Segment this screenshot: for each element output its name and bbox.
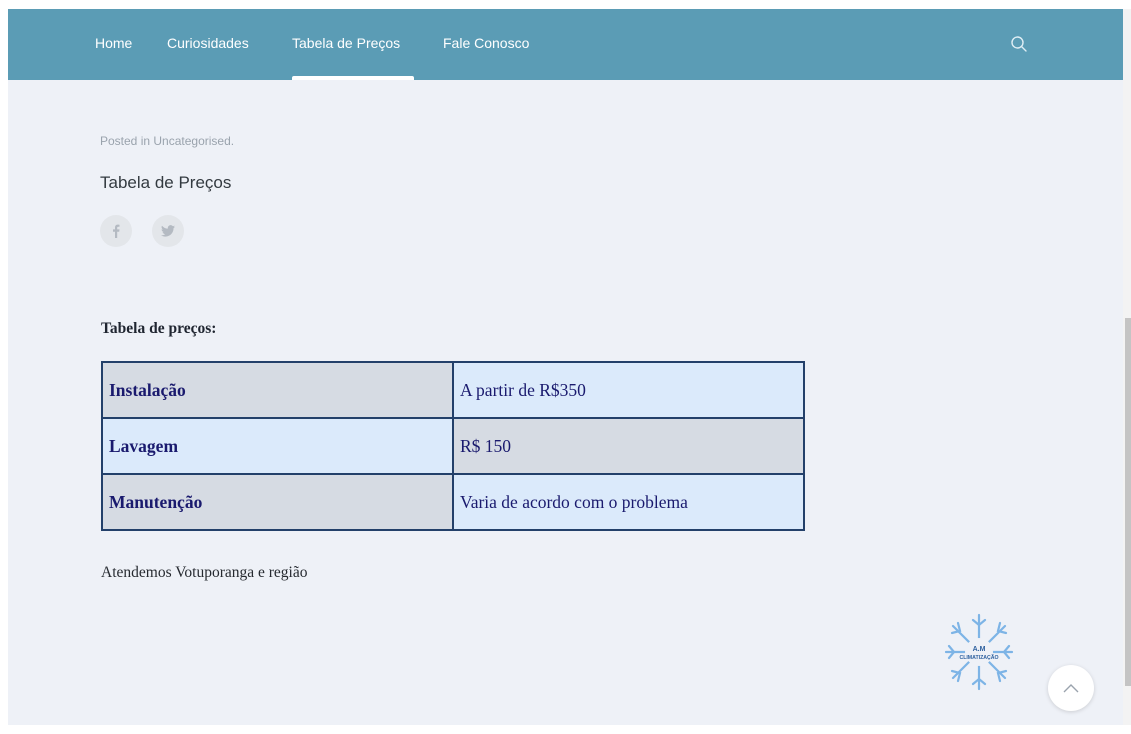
- price-cell: Varia de acordo com o problema: [452, 473, 805, 531]
- table-row: Lavagem R$ 150: [101, 417, 805, 475]
- share-twitter-button[interactable]: [152, 215, 184, 247]
- table-row: Manutenção Varia de acordo com o problem…: [101, 473, 805, 531]
- price-cell: R$ 150: [452, 417, 805, 475]
- service-area-note: Atendemos Votuporanga e região: [101, 564, 308, 581]
- back-to-top-button[interactable]: [1048, 665, 1094, 711]
- nav-item-tabela-de-precos[interactable]: Tabela de Preços: [292, 35, 400, 51]
- service-cell: Instalação: [101, 361, 454, 419]
- section-heading: Tabela de preços:: [101, 320, 217, 337]
- company-logo: A.M CLIMATIZAÇÃO: [944, 613, 1014, 691]
- facebook-icon: [113, 224, 120, 238]
- nav-item-fale-conosco[interactable]: Fale Conosco: [443, 35, 529, 51]
- price-cell: A partir de R$350: [452, 361, 805, 419]
- chevron-up-icon: [1063, 684, 1079, 693]
- search-icon[interactable]: [1010, 35, 1028, 53]
- scrollbar-thumb[interactable]: [1125, 318, 1131, 686]
- post-title: Tabela de Preços: [100, 173, 232, 192]
- svg-text:CLIMATIZAÇÃO: CLIMATIZAÇÃO: [959, 654, 998, 661]
- page: Home Curiosidades Tabela de Preços Fale …: [8, 9, 1123, 725]
- top-navbar: Home Curiosidades Tabela de Preços Fale …: [8, 9, 1123, 80]
- service-cell: Lavagem: [101, 417, 454, 475]
- twitter-icon: [161, 225, 175, 237]
- nav-item-home[interactable]: Home: [95, 35, 132, 51]
- share-facebook-button[interactable]: [100, 215, 132, 247]
- table-row: Instalação A partir de R$350: [101, 361, 805, 419]
- svg-text:A.M: A.M: [973, 646, 986, 653]
- post-meta: Posted in Uncategorised.: [100, 134, 235, 148]
- price-table: Instalação A partir de R$350 Lavagem R$ …: [101, 361, 805, 531]
- nav-active-indicator: [292, 76, 414, 80]
- nav-item-curiosidades[interactable]: Curiosidades: [167, 35, 249, 51]
- service-cell: Manutenção: [101, 473, 454, 531]
